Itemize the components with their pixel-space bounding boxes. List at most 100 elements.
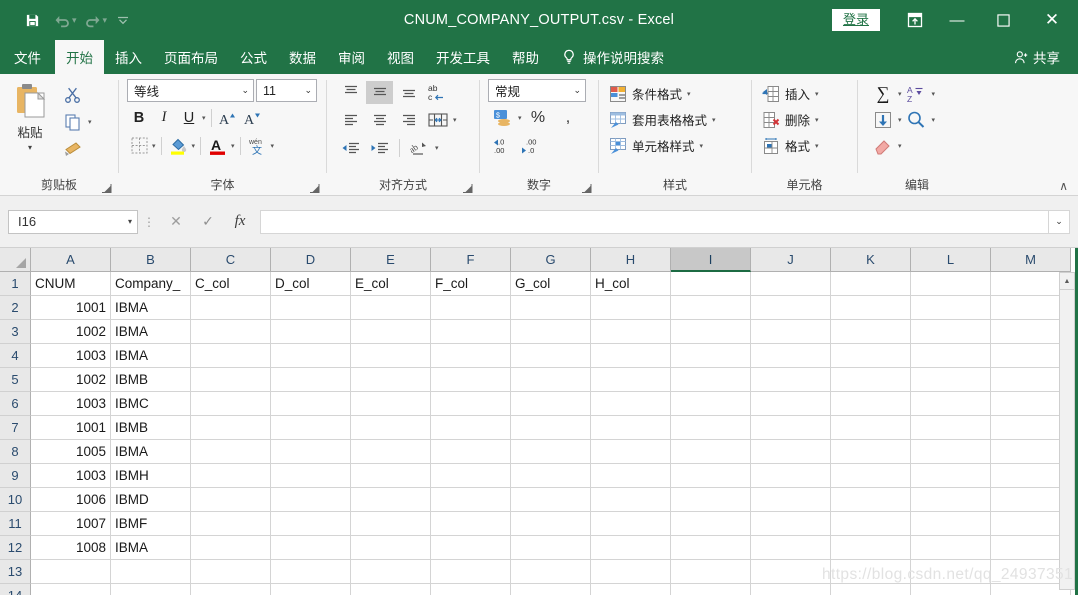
expand-formula-bar-button[interactable]: ⌄	[1048, 210, 1070, 234]
cell-H3[interactable]	[591, 320, 671, 344]
font-name-combobox[interactable]: 等线 ⌄	[127, 79, 254, 102]
cell-I1[interactable]	[671, 272, 751, 296]
row-header-6[interactable]: 6	[0, 392, 31, 416]
row-header-14[interactable]: 14	[0, 584, 31, 595]
format-cells-button[interactable]: 格式 ▾	[761, 133, 819, 158]
tab-insert[interactable]: 插入	[104, 40, 153, 74]
cell-C10[interactable]	[191, 488, 271, 512]
column-header-g[interactable]: G	[511, 248, 591, 272]
cell-E10[interactable]	[351, 488, 431, 512]
cell-C9[interactable]	[191, 464, 271, 488]
cell-F2[interactable]	[431, 296, 511, 320]
align-top-button[interactable]	[337, 81, 364, 104]
cell-L11[interactable]	[911, 512, 991, 536]
cell-K12[interactable]	[831, 536, 911, 560]
cell-A5[interactable]: 1002	[31, 368, 111, 392]
copy-button[interactable]: ▾	[60, 110, 92, 134]
cell-J14[interactable]	[751, 584, 831, 595]
cell-E13[interactable]	[351, 560, 431, 584]
minimize-button[interactable]: —	[934, 0, 980, 40]
cell-E6[interactable]	[351, 392, 431, 416]
row-header-7[interactable]: 7	[0, 416, 31, 440]
cell-J8[interactable]	[751, 440, 831, 464]
orientation-dropdown-icon[interactable]: ▾	[435, 144, 439, 152]
cell-E5[interactable]	[351, 368, 431, 392]
confirm-entry-button[interactable]: ✓	[192, 210, 224, 234]
scroll-up-icon[interactable]: ▲	[1060, 273, 1074, 290]
align-bottom-button[interactable]	[395, 81, 422, 104]
column-header-c[interactable]: C	[191, 248, 271, 272]
cell-J1[interactable]	[751, 272, 831, 296]
row-header-3[interactable]: 3	[0, 320, 31, 344]
align-left-button[interactable]	[337, 109, 364, 132]
cell-K10[interactable]	[831, 488, 911, 512]
find-select-dropdown-icon[interactable]: ▾	[932, 116, 936, 124]
cell-G11[interactable]	[511, 512, 591, 536]
chevron-down-icon[interactable]: ▾	[687, 90, 691, 98]
decrease-decimal-button[interactable]: .00.0	[518, 134, 545, 157]
cell-D3[interactable]	[271, 320, 351, 344]
cell-I10[interactable]	[671, 488, 751, 512]
cell-B9[interactable]: IBMH	[111, 464, 191, 488]
cell-G12[interactable]	[511, 536, 591, 560]
cell-J4[interactable]	[751, 344, 831, 368]
row-header-2[interactable]: 2	[0, 296, 31, 320]
paste-button[interactable]: 粘贴 ▾	[0, 79, 60, 152]
cell-F11[interactable]	[431, 512, 511, 536]
close-button[interactable]: ✕	[1026, 0, 1078, 40]
phonetic-dropdown-icon[interactable]: ▾	[271, 142, 275, 150]
cell-F6[interactable]	[431, 392, 511, 416]
cell-E1[interactable]: E_col	[351, 272, 431, 296]
row-header-10[interactable]: 10	[0, 488, 31, 512]
column-header-j[interactable]: J	[751, 248, 831, 272]
cell-L1[interactable]	[911, 272, 991, 296]
shrink-font-button[interactable]: A	[242, 106, 266, 129]
share-button[interactable]: 共享	[1014, 40, 1078, 74]
cell-B7[interactable]: IBMB	[111, 416, 191, 440]
paste-dropdown-icon[interactable]: ▾	[28, 143, 32, 152]
select-all-button[interactable]	[0, 248, 31, 272]
cancel-entry-button[interactable]: ✕	[160, 210, 192, 234]
cell-G7[interactable]	[511, 416, 591, 440]
cell-C5[interactable]	[191, 368, 271, 392]
cell-B10[interactable]: IBMD	[111, 488, 191, 512]
sign-in-button[interactable]: 登录	[832, 9, 880, 32]
cell-L7[interactable]	[911, 416, 991, 440]
maximize-button[interactable]	[980, 0, 1026, 40]
cell-A13[interactable]	[31, 560, 111, 584]
cell-J9[interactable]	[751, 464, 831, 488]
cell-H14[interactable]	[591, 584, 671, 595]
cell-H11[interactable]	[591, 512, 671, 536]
font-dialog-launcher-icon[interactable]	[309, 183, 320, 194]
borders-button[interactable]	[127, 134, 151, 157]
merge-dropdown-icon[interactable]: ▾	[453, 116, 457, 124]
accounting-format-button[interactable]: $	[488, 106, 515, 129]
tab-data[interactable]: 数据	[278, 40, 327, 74]
cell-K2[interactable]	[831, 296, 911, 320]
column-header-i[interactable]: I	[671, 248, 751, 272]
cell-K13[interactable]	[831, 560, 911, 584]
cell-I5[interactable]	[671, 368, 751, 392]
cell-I2[interactable]	[671, 296, 751, 320]
chevron-down-icon[interactable]: ▾	[700, 142, 704, 150]
cell-G6[interactable]	[511, 392, 591, 416]
cell-H13[interactable]	[591, 560, 671, 584]
cell-D10[interactable]	[271, 488, 351, 512]
column-header-k[interactable]: K	[831, 248, 911, 272]
cell-G9[interactable]	[511, 464, 591, 488]
tab-home[interactable]: 开始	[55, 40, 104, 74]
cell-L4[interactable]	[911, 344, 991, 368]
increase-indent-button[interactable]	[366, 137, 393, 160]
cell-E4[interactable]	[351, 344, 431, 368]
delete-cells-button[interactable]: 删除 ▾	[761, 107, 819, 132]
cell-K7[interactable]	[831, 416, 911, 440]
percent-style-button[interactable]: %	[525, 106, 552, 129]
cell-D5[interactable]	[271, 368, 351, 392]
cell-C6[interactable]	[191, 392, 271, 416]
insert-function-button[interactable]: fx	[224, 210, 256, 234]
cell-A3[interactable]: 1002	[31, 320, 111, 344]
cell-F14[interactable]	[431, 584, 511, 595]
cell-I3[interactable]	[671, 320, 751, 344]
cell-B5[interactable]: IBMB	[111, 368, 191, 392]
cell-D1[interactable]: D_col	[271, 272, 351, 296]
